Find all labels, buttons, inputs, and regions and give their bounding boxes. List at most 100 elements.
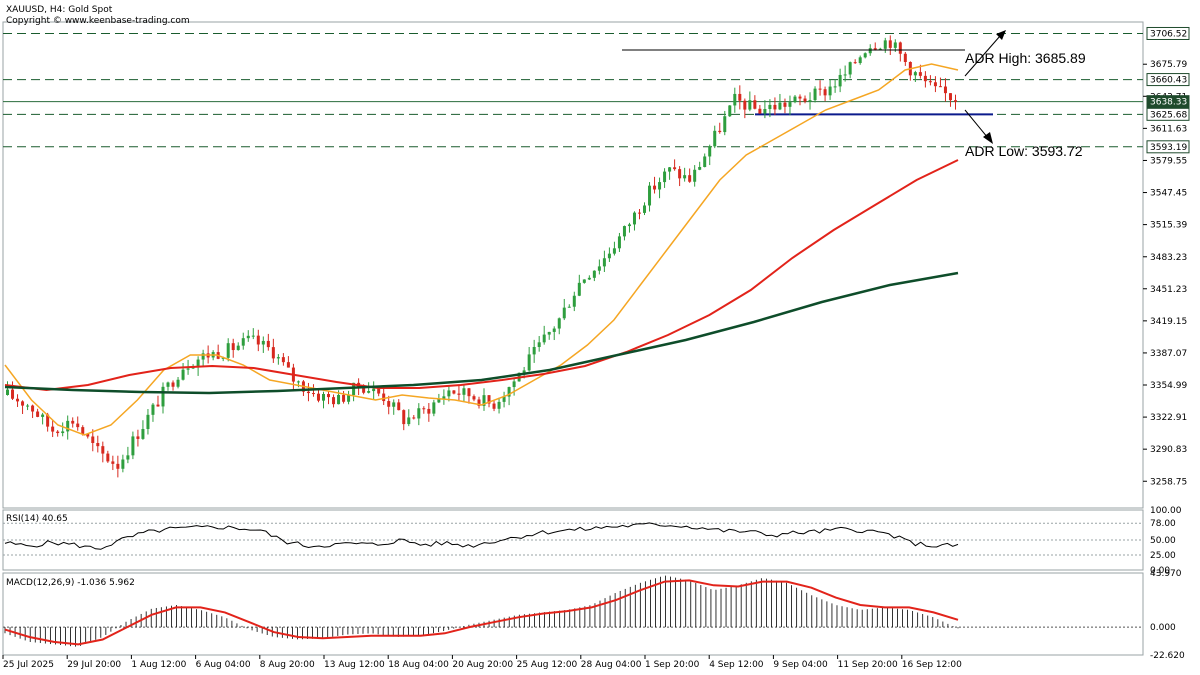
candle-body: [587, 277, 591, 280]
x-tick-label: 9 Sep 04:00: [773, 660, 828, 670]
y-tick-label: 3547.45: [1150, 189, 1187, 199]
adr-high-label: ADR High: 3685.89: [965, 50, 1086, 66]
candle-body: [673, 167, 677, 170]
candle-body: [6, 389, 10, 395]
candle-body: [612, 248, 616, 254]
candle-body: [818, 88, 822, 90]
candle-body: [658, 182, 662, 190]
candle-body: [131, 436, 135, 456]
candle-body: [226, 343, 230, 358]
candle-body: [843, 74, 847, 76]
candle-body: [943, 86, 947, 94]
candle-body: [723, 116, 727, 133]
candle-body: [883, 40, 887, 49]
chart-title: XAUUSD, H4: Gold Spot: [6, 5, 113, 15]
candle-body: [231, 343, 235, 351]
candle-body: [146, 414, 150, 429]
candle-body: [828, 86, 832, 96]
candle-body: [432, 402, 436, 414]
candle-body: [853, 62, 857, 64]
x-tick-label: 28 Aug 04:00: [581, 660, 642, 670]
candle-body: [457, 393, 461, 395]
rsi-series: [3, 522, 1143, 556]
candle-body: [51, 426, 55, 432]
x-tick-label: 1 Aug 12:00: [131, 660, 186, 670]
candle-body: [382, 393, 386, 402]
candle-body: [863, 53, 867, 58]
candle-body: [858, 57, 862, 64]
candle-body: [542, 334, 546, 343]
candle-body: [708, 146, 712, 157]
candle-body: [327, 394, 331, 398]
candle-body: [918, 72, 922, 76]
candle-body: [61, 431, 65, 434]
candle-body: [171, 382, 175, 387]
y-tick-label: 3451.23: [1150, 285, 1187, 295]
candle-body: [41, 414, 45, 417]
main-panel-frame: [2, 21, 1144, 509]
x-tick-label: 8 Aug 20:00: [260, 660, 315, 670]
candle-body: [848, 62, 852, 75]
candle-body: [71, 420, 75, 424]
candle-body: [833, 86, 837, 88]
candle-body: [126, 455, 130, 460]
y-tick-label: 3354.99: [1150, 381, 1187, 391]
candle-body: [106, 453, 110, 462]
y-tick-label: 3387.07: [1150, 349, 1187, 359]
candle-body: [276, 357, 280, 359]
candle-body: [527, 354, 531, 371]
candle-body: [648, 185, 652, 206]
candle-body: [497, 401, 501, 409]
candle-body: [803, 98, 807, 102]
candle-body: [96, 442, 100, 447]
candle-body: [181, 369, 185, 380]
candle-body: [562, 307, 566, 319]
candle-body: [266, 340, 270, 348]
candle-body: [893, 42, 897, 48]
candle-body: [678, 169, 682, 179]
candle-body: [296, 381, 300, 383]
candle-body: [808, 100, 812, 102]
macd-tick-label: 43.970: [1150, 569, 1182, 579]
candle-body: [101, 446, 105, 454]
candle-body: [136, 436, 140, 439]
candle-body: [492, 403, 496, 409]
candle-body: [332, 397, 336, 405]
rsi-tick-label: 78.00: [1150, 519, 1176, 529]
x-tick-label: 25 Jul 2025: [3, 660, 54, 670]
series-line-ema-200: [4, 271, 959, 395]
candle-body: [261, 340, 265, 345]
candle-body: [688, 175, 692, 182]
rsi-line: [4, 522, 959, 550]
candle-body: [427, 408, 431, 414]
candle-body: [176, 379, 180, 387]
candle-body: [668, 167, 672, 172]
x-tick-label: 16 Sep 12:00: [902, 660, 962, 670]
candle-body: [251, 335, 255, 337]
candle-body: [377, 388, 381, 394]
candle-body: [36, 411, 40, 417]
candle-body: [783, 102, 787, 107]
candle-body: [322, 394, 326, 401]
candle-body: [16, 398, 20, 402]
rsi-tick-label: 50.00: [1150, 536, 1176, 546]
candle-body: [698, 166, 702, 170]
y-tick-label: 3290.83: [1150, 445, 1187, 455]
candle-body: [718, 130, 722, 133]
x-tick-label: 11 Sep 20:00: [838, 660, 898, 670]
candle-body: [56, 431, 60, 434]
candle-body: [372, 388, 376, 392]
candle-body: [547, 331, 551, 335]
candle-body: [442, 396, 446, 399]
candle-body: [91, 436, 95, 443]
x-axis: 25 Jul 2025 29 Jul 20:00 1 Aug 12:00 6 Aug …: [2, 655, 962, 670]
candle-body: [21, 401, 25, 406]
candle-body: [392, 402, 396, 407]
candle-body: [592, 270, 596, 278]
candle-body: [763, 109, 767, 114]
candle-body: [653, 185, 657, 190]
candle-body: [933, 82, 937, 87]
candle-body: [557, 318, 561, 329]
candle-body: [246, 335, 250, 339]
candle-body: [903, 53, 907, 63]
